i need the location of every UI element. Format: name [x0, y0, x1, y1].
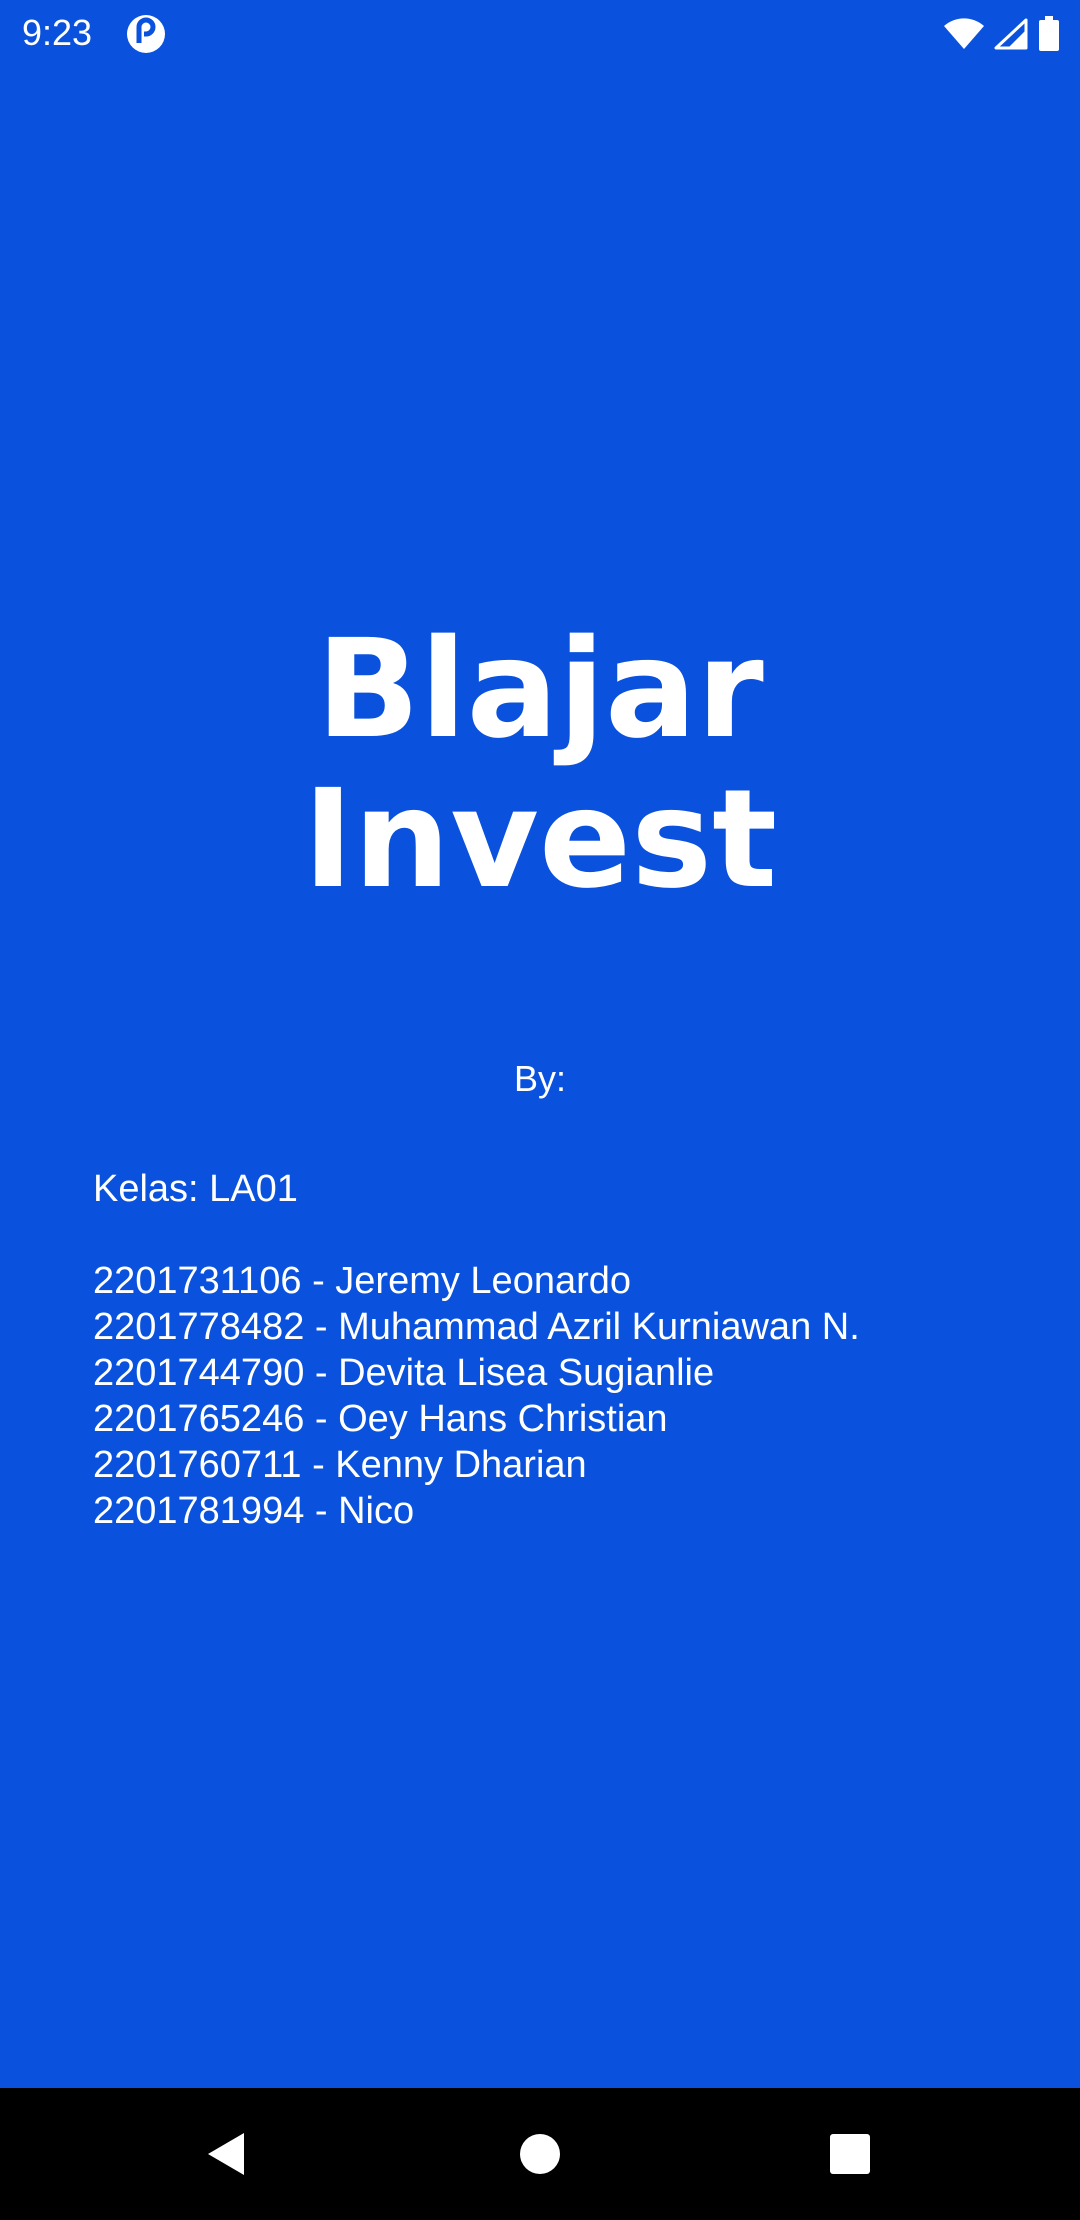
recents-button[interactable]	[784, 2088, 916, 2220]
status-icons	[944, 14, 1060, 54]
by-label: By:	[513, 1058, 566, 1099]
member-row: 2201760711 - Kenny Dharian	[93, 1444, 587, 1486]
credits-block: Kelas: LA01 2201731106 - Jeremy Leonardo…	[93, 1166, 860, 1534]
app-title-line-1: Blajar	[316, 611, 764, 769]
home-icon	[520, 2134, 560, 2174]
status-bar: 9:23	[0, 0, 1080, 66]
pocket-casts-icon	[127, 15, 165, 53]
battery-icon	[1039, 16, 1059, 51]
class-label: Kelas: LA01	[93, 1168, 298, 1210]
back-button[interactable]	[160, 2088, 292, 2220]
member-row: 2201744790 - Devita Lisea Sugianlie	[93, 1352, 715, 1394]
recents-icon	[830, 2134, 870, 2174]
member-row: 2201781994 - Nico	[93, 1490, 415, 1532]
member-row: 2201778482 - Muhammad Azril Kurniawan N.	[93, 1306, 860, 1348]
back-icon	[208, 2133, 244, 2175]
status-time: 9:23	[22, 12, 93, 53]
home-button[interactable]	[474, 2088, 606, 2220]
navigation-bar	[0, 2088, 1080, 2220]
member-row: 2201765246 - Oey Hans Christian	[93, 1398, 668, 1440]
cell-signal-icon	[994, 18, 1028, 50]
wifi-icon	[944, 18, 984, 49]
app-title-line-2: Invest	[302, 761, 778, 919]
member-row: 2201731106 - Jeremy Leonardo	[93, 1260, 632, 1302]
app-title: Blajar Invest	[0, 615, 1080, 915]
